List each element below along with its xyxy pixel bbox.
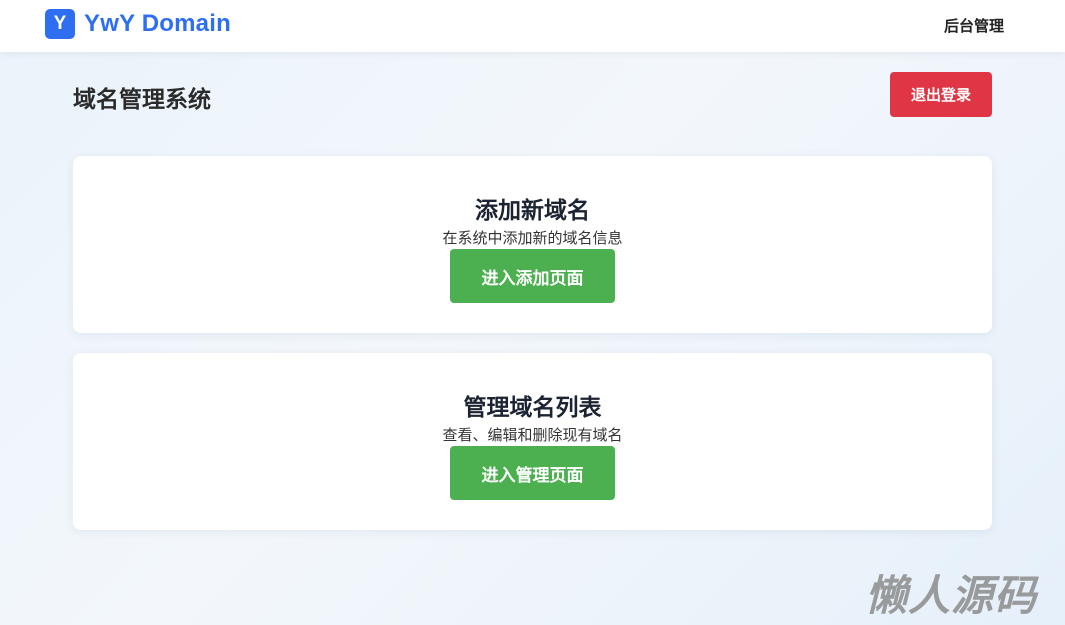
- top-navbar: Y YwY Domain 后台管理: [0, 0, 1065, 52]
- add-domain-card: 添加新域名 在系统中添加新的域名信息 进入添加页面: [73, 156, 992, 333]
- watermark: 懒人源码: [865, 571, 1038, 620]
- manage-domains-card-description: 查看、编辑和删除现有域名: [442, 426, 623, 444]
- brand-logo-link[interactable]: Y YwY Domain: [45, 9, 231, 39]
- page-title: 域名管理系统: [73, 87, 211, 113]
- manage-domains-card: 管理域名列表 查看、编辑和删除现有域名 进入管理页面: [73, 353, 992, 530]
- logout-button[interactable]: 退出登录: [890, 72, 992, 117]
- brand-name: YwY Domain: [84, 10, 231, 37]
- enter-manage-page-button[interactable]: 进入管理页面: [450, 446, 615, 500]
- add-domain-card-title: 添加新域名: [475, 198, 590, 224]
- logo-icon: Y: [45, 9, 75, 39]
- nav-admin-link[interactable]: 后台管理: [944, 15, 1004, 36]
- add-domain-card-description: 在系统中添加新的域名信息: [442, 229, 623, 247]
- enter-add-page-button[interactable]: 进入添加页面: [450, 249, 615, 303]
- manage-domains-card-title: 管理域名列表: [463, 395, 602, 421]
